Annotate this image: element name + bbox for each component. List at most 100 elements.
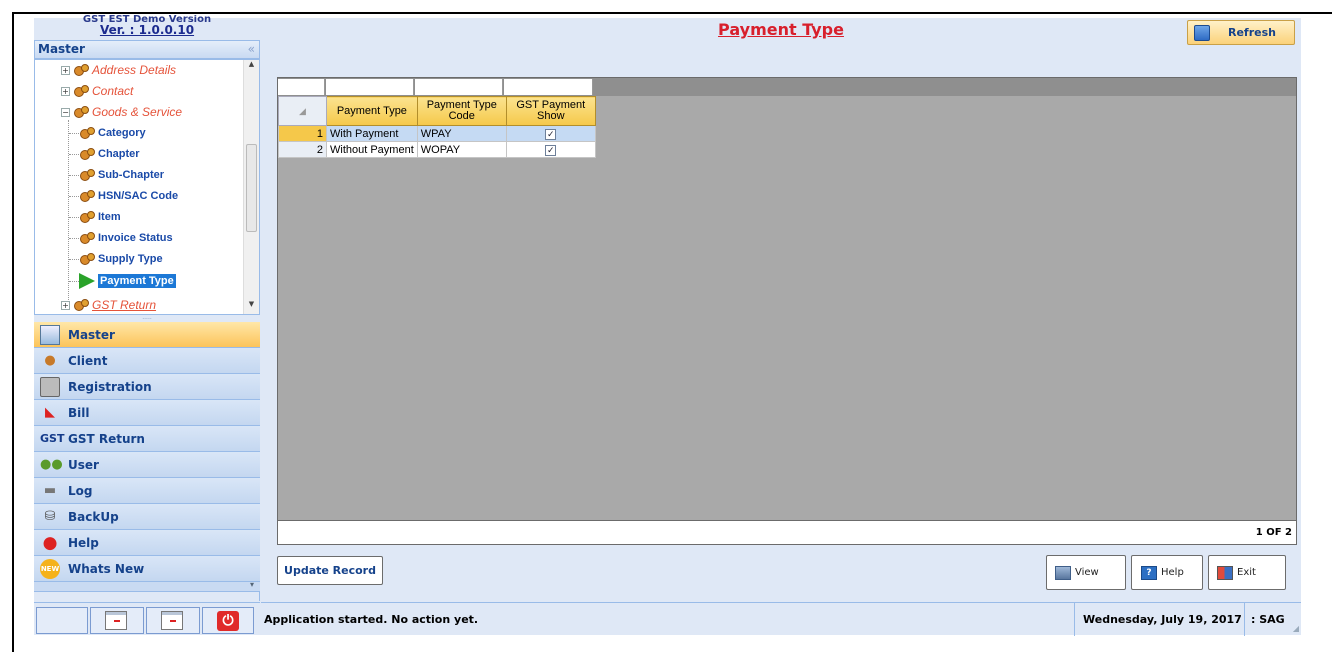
status-message: Application started. No action yet. <box>264 613 479 626</box>
tree-item-sub-chapter[interactable]: Sub-Chapter <box>79 166 164 184</box>
nav-gst-return[interactable]: GST GST Return <box>34 426 260 452</box>
gear-icon <box>73 298 89 312</box>
tree-item-category[interactable]: Category <box>79 124 146 142</box>
tile-horizontal-button[interactable] <box>90 607 144 634</box>
nav-label: Log <box>68 483 93 498</box>
resize-grip-icon[interactable]: ◢ <box>1293 624 1299 633</box>
nav-bill[interactable]: ◣ Bill <box>34 400 260 426</box>
tree-item-address-details[interactable]: + Address Details <box>61 61 176 79</box>
row-number[interactable]: 2 <box>278 141 327 158</box>
expand-icon[interactable]: + <box>61 65 70 75</box>
scroll-up-icon[interactable]: ▲ <box>244 60 259 74</box>
master-tree: + Address Details + Contact − Goods & Se… <box>34 59 260 315</box>
gear-icon <box>79 189 95 203</box>
update-record-button[interactable]: Update Record <box>277 556 383 585</box>
tree-guide-h <box>69 154 79 155</box>
exit-button[interactable]: Exit <box>1208 555 1286 590</box>
page-indicator: 1 OF 2 <box>1255 527 1292 538</box>
nav-overflow[interactable]: ▾ <box>34 580 260 592</box>
nav-whats-new[interactable]: NEW Whats New <box>34 556 260 582</box>
column-header-payment-type[interactable]: Payment Type <box>326 96 418 126</box>
tree-item-contact[interactable]: + Contact <box>61 82 133 100</box>
nav-label: Registration <box>68 379 152 394</box>
power-button[interactable]: ⏻ <box>202 607 254 634</box>
cell-payment-code[interactable]: WPAY <box>416 125 507 142</box>
gear-icon <box>79 147 95 161</box>
panel-splitter[interactable]: ..... <box>34 315 260 322</box>
gear-icon <box>79 168 95 182</box>
bill-icon: ◣ <box>45 404 55 420</box>
nav-backup[interactable]: ⛁ BackUp <box>34 504 260 530</box>
tile-vertical-button[interactable] <box>146 607 200 634</box>
tree-item-hsn-sac-code[interactable]: HSN/SAC Code <box>79 187 178 205</box>
nav-master[interactable]: Master <box>34 322 260 348</box>
blank-toolbar-slot <box>36 607 88 634</box>
table-row[interactable]: 1 With Payment WPAY ✓ <box>278 125 596 142</box>
grid-corner[interactable]: ◢ <box>278 96 327 126</box>
nav-log[interactable]: ▬ Log <box>34 478 260 504</box>
sidebar: GST EST Demo Version Ver. : 1.0.0.10 Mas… <box>34 15 260 601</box>
collapse-icon[interactable]: « <box>248 42 255 56</box>
tree-item-item[interactable]: Item <box>79 208 121 226</box>
nav-bar: Master ● Client Registration ◣ Bill GST … <box>34 322 260 592</box>
scroll-down-icon[interactable]: ▼ <box>244 300 259 314</box>
filter-gst-show[interactable] <box>504 79 593 95</box>
cell-gst-show[interactable]: ✓ <box>505 125 596 142</box>
tree-label: Chapter <box>98 148 140 160</box>
exit-icon <box>1217 565 1233 580</box>
help-button[interactable]: ? Help <box>1131 555 1203 590</box>
gear-icon <box>73 63 89 77</box>
gear-icon <box>79 210 95 224</box>
main-content: Payment Type Refresh ◢ Payment Type Paym… <box>261 18 1301 601</box>
page-title: Payment Type <box>718 20 844 39</box>
tree-label: Contact <box>92 84 134 98</box>
tree-item-goods-service[interactable]: − Goods & Service <box>61 103 182 121</box>
cell-gst-show[interactable]: ✓ <box>505 141 596 158</box>
filter-payment-code[interactable] <box>415 79 503 95</box>
collapse-node-icon[interactable]: − <box>61 107 70 117</box>
gear-icon <box>79 252 95 266</box>
checkbox[interactable]: ✓ <box>545 144 557 156</box>
nav-client[interactable]: ● Client <box>34 348 260 374</box>
scroll-thumb[interactable] <box>246 144 257 232</box>
version-label: Ver. : 1.0.0.10 <box>99 23 195 37</box>
checkbox[interactable]: ✓ <box>545 128 557 140</box>
gear-icon <box>73 84 89 98</box>
tree-label: HSN/SAC Code <box>98 190 179 202</box>
current-arrow-icon <box>79 273 95 289</box>
tree-item-invoice-status[interactable]: Invoice Status <box>79 229 173 247</box>
expand-icon[interactable]: + <box>61 86 70 96</box>
nav-label: Master <box>68 327 115 342</box>
tree-guide-h <box>69 281 79 282</box>
nav-help[interactable]: ● Help <box>34 530 260 556</box>
tree-item-payment-type[interactable]: Payment Type <box>79 272 176 290</box>
tree-guide-h <box>69 259 79 260</box>
filter-payment-type[interactable] <box>326 79 414 95</box>
nav-registration[interactable]: Registration <box>34 374 260 400</box>
refresh-button[interactable]: Refresh <box>1187 20 1295 45</box>
tree-item-supply-type[interactable]: Supply Type <box>79 250 163 268</box>
tree-guide-h <box>69 133 79 134</box>
view-button[interactable]: View <box>1046 555 1126 590</box>
data-grid: ◢ Payment Type Payment Type Code GST Pay… <box>277 77 1297 545</box>
expand-icon[interactable]: + <box>61 300 70 310</box>
tree-guide-h <box>69 175 79 176</box>
tree-item-gst-return[interactable]: + GST Return <box>61 296 156 314</box>
nav-user[interactable]: ●● User <box>34 452 260 478</box>
column-header-payment-type-code[interactable]: Payment Type Code <box>416 96 507 126</box>
gear-icon <box>79 126 95 140</box>
tree-label: Goods & Service <box>92 105 183 119</box>
tree-label: Address Details <box>92 63 177 77</box>
status-bar: Application started. No action yet. Wedn… <box>261 602 1301 636</box>
column-header-gst-payment-show[interactable]: GST Payment Show <box>505 96 596 126</box>
tree-scrollbar[interactable]: ▲ ▼ <box>243 60 259 314</box>
table-row[interactable]: 2 Without Payment WOPAY ✓ <box>278 141 596 158</box>
cell-payment-type[interactable]: With Payment <box>326 125 418 142</box>
tree-item-chapter[interactable]: Chapter <box>79 145 140 163</box>
cell-payment-type[interactable]: Without Payment <box>326 141 418 158</box>
row-number[interactable]: 1 <box>278 125 327 142</box>
chevron-down-icon[interactable]: ▾ <box>250 580 254 589</box>
bottom-left-toolbar: ⏻ <box>34 602 260 635</box>
cell-payment-code[interactable]: WOPAY <box>416 141 507 158</box>
tree-guide-h <box>69 196 79 197</box>
